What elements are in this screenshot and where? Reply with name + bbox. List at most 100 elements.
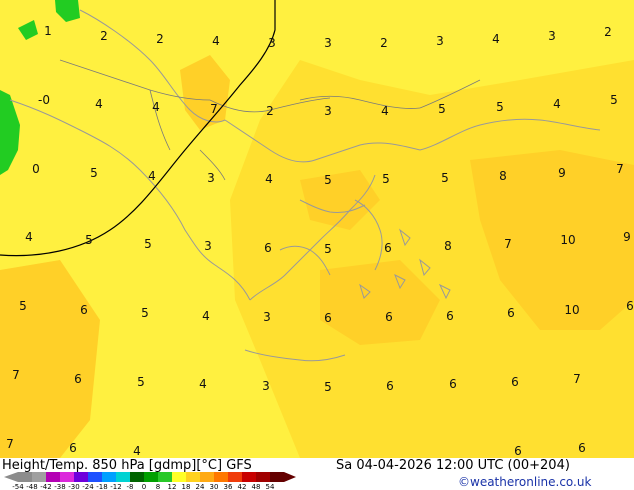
colorbar-segment	[214, 472, 228, 482]
temperature-value: 7	[6, 437, 14, 451]
colorbar-tick-label: 42	[238, 483, 247, 490]
colorbar-segment	[186, 472, 200, 482]
temperature-value: 5	[137, 375, 145, 389]
temperature-value: 3	[268, 36, 276, 50]
temperature-value: 3	[324, 36, 332, 50]
temperature-value: 6	[80, 303, 88, 317]
temperature-value: 5	[610, 93, 618, 107]
colorbar-segment	[200, 472, 214, 482]
temperature-value: 5	[441, 171, 449, 185]
temperature-value: 6	[386, 379, 394, 393]
temperature-value: 6	[446, 309, 454, 323]
temperature-value: 5	[496, 100, 504, 114]
colorbar-segment	[74, 472, 88, 482]
colorbar-tick-label: -38	[54, 483, 65, 490]
colorbar-tick-label: -42	[40, 483, 51, 490]
temperature-value: 5	[144, 237, 152, 251]
temperature-value: 3	[204, 239, 212, 253]
colorbar-segment	[256, 472, 270, 482]
colorbar-tick-label: 12	[168, 483, 177, 490]
temperature-value: 6	[264, 241, 272, 255]
temperature-value: 2	[100, 29, 108, 43]
colorbar-segment	[18, 472, 32, 482]
colorbar-segment	[102, 472, 116, 482]
temperature-value: 5	[141, 306, 149, 320]
temperature-value: 10	[560, 233, 575, 247]
temperature-value: 5	[382, 172, 390, 186]
temperature-value: 9	[623, 230, 631, 244]
colorbar-segment	[32, 472, 46, 482]
temperature-value: 2	[266, 104, 274, 118]
colorbar-tick-label: 54	[266, 483, 275, 490]
colorbar-tick-label: 36	[224, 483, 233, 490]
temperature-value: 8	[444, 239, 452, 253]
colorbar-segment	[242, 472, 256, 482]
temperature-value: 5	[324, 242, 332, 256]
temperature-value: 6	[514, 444, 522, 458]
colorbar-tick-label: -30	[68, 483, 79, 490]
temperature-value: 7	[12, 368, 20, 382]
colorbar-tick-label: 48	[252, 483, 261, 490]
temperature-value: 4	[95, 97, 103, 111]
temperature-value: 6	[74, 372, 82, 386]
colorbar-tick-label: -8	[127, 483, 134, 490]
colorbar-tick-label: 0	[142, 483, 146, 490]
colorbar-segment	[144, 472, 158, 482]
temperature-value: 1	[44, 24, 52, 38]
colorbar-segment	[158, 472, 172, 482]
colorbar-segment	[60, 472, 74, 482]
temperature-value: 2	[604, 25, 612, 39]
temperature-value: 4	[152, 100, 160, 114]
temperature-value: 4	[133, 444, 141, 458]
temperature-value: 6	[385, 310, 393, 324]
temperature-value: 3	[262, 379, 270, 393]
temperature-value: 3	[324, 104, 332, 118]
map-title: Height/Temp. 850 hPa [gdmp][°C] GFS	[2, 458, 252, 473]
colorbar-tick-label: -54	[12, 483, 24, 490]
temperature-value: 4	[25, 230, 33, 244]
temperature-value: -0	[38, 93, 50, 107]
colorbar-tick-label: 8	[156, 483, 160, 490]
colorbar-segment	[270, 472, 284, 482]
temperature-value: 4	[265, 172, 273, 186]
map-view: 1 2 2 4 3 3 2 3 4 3 2 -0 4 4 7 2 3 4 5 5 4 5 0 5 4 3 4 5 5 5 8 9 7 4 5 5 3 6 5…	[0, 0, 634, 490]
colorbar-tick-label: 24	[196, 483, 205, 490]
temperature-value: 3	[263, 310, 271, 324]
colorbar-segment	[172, 472, 186, 482]
temperature-value: 5	[19, 299, 27, 313]
temperature-value: 4	[492, 32, 500, 46]
site-credit: ©weatheronline.co.uk	[458, 475, 591, 489]
temperature-value: 6	[384, 241, 392, 255]
temperature-value: 6	[69, 441, 77, 455]
colorbar-tick-label: -12	[110, 483, 121, 490]
temperature-map: 1 2 2 4 3 3 2 3 4 3 2-0 4 4 7 2 3 4 5 5 4 50 5 4 3 4 5 5 5 8 9 74 5 5 3 6 5…	[0, 0, 634, 490]
temperature-value: 7	[616, 162, 624, 176]
colorbar-tick-label: 18	[182, 483, 191, 490]
temperature-value: 7	[210, 102, 218, 116]
temperature-value: 5	[90, 166, 98, 180]
temperature-value: 4	[212, 34, 220, 48]
colorbar-tick-label: -18	[96, 483, 107, 490]
colorbar-tick-label: -24	[82, 483, 94, 490]
temperature-value: 6	[578, 441, 586, 455]
temperature-value: 4	[202, 309, 210, 323]
temperature-value: 0	[32, 162, 40, 176]
forecast-datetime: Sa 04-04-2026 12:00 UTC (00+204)	[336, 458, 570, 473]
temperature-value: 3	[436, 34, 444, 48]
temperature-value: 4	[553, 97, 561, 111]
colorbar-segment	[130, 472, 144, 482]
temperature-value: 10	[564, 303, 579, 317]
temperature-value: 5	[438, 102, 446, 116]
temperature-value: 2	[156, 32, 164, 46]
temperature-value: 5	[324, 380, 332, 394]
colorbar-segment	[116, 472, 130, 482]
temperature-value: 8	[499, 169, 507, 183]
temperature-value: 6	[507, 306, 515, 320]
colorbar-tick-label: -48	[26, 483, 37, 490]
temperature-value: 6	[324, 311, 332, 325]
temperature-value: 6	[626, 299, 634, 313]
temperature-value: 7	[573, 372, 581, 386]
colorbar-segment	[228, 472, 242, 482]
temperature-value: 9	[558, 166, 566, 180]
temperature-value: 7	[504, 237, 512, 251]
